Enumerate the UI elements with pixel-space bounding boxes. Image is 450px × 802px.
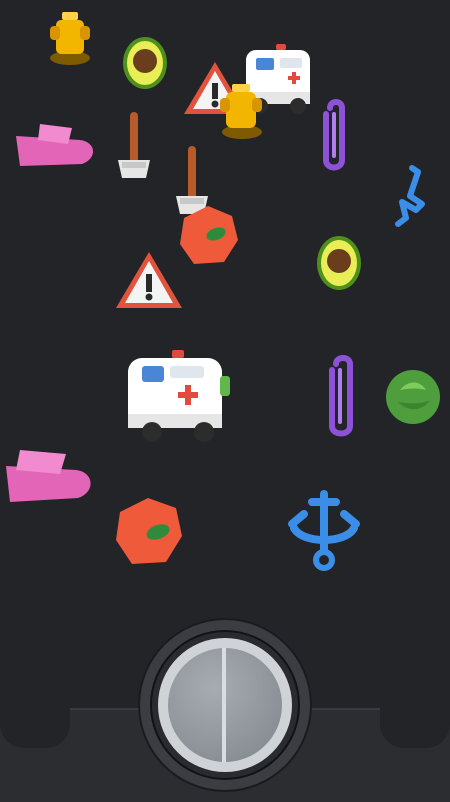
- cabbage-icon[interactable]: [382, 366, 444, 428]
- paperclip-icon[interactable]: [314, 96, 362, 176]
- ambulance-icon[interactable]: [112, 344, 242, 454]
- collect-button-split: [222, 648, 226, 762]
- tray-notch-right: [380, 708, 450, 748]
- slipper-icon[interactable]: [0, 440, 100, 514]
- trophy-icon[interactable]: [206, 78, 276, 144]
- collect-button[interactable]: [140, 620, 310, 790]
- trophy-icon[interactable]: [34, 10, 104, 70]
- peach-icon[interactable]: [110, 494, 186, 570]
- warning-sign-icon[interactable]: [112, 248, 186, 314]
- tray-notch-left: [0, 708, 70, 748]
- slipper-icon[interactable]: [10, 118, 102, 178]
- avocado-icon[interactable]: [312, 228, 366, 294]
- hook-icon[interactable]: [388, 162, 432, 234]
- anchor-icon[interactable]: [282, 484, 366, 574]
- avocado-icon[interactable]: [118, 30, 172, 92]
- paperclip-icon[interactable]: [318, 352, 368, 442]
- axe-icon[interactable]: [106, 104, 162, 182]
